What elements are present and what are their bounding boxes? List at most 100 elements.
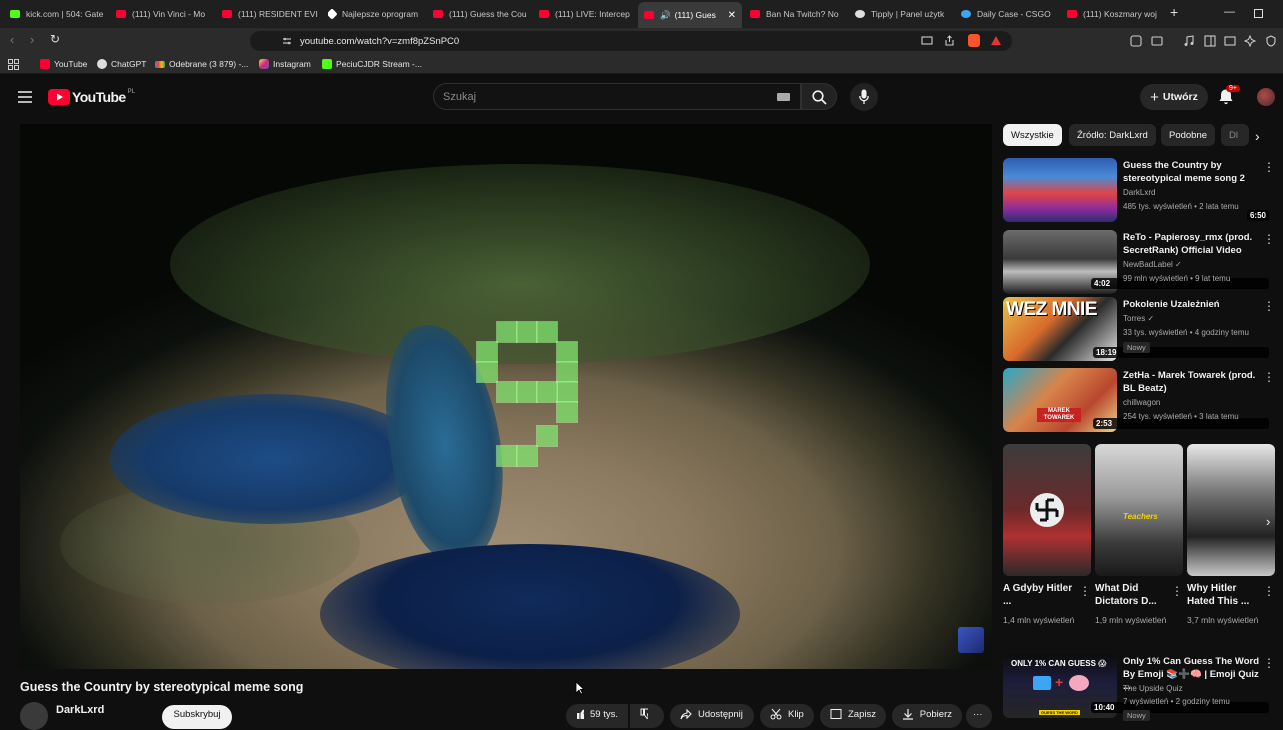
shorts-thumbnail[interactable]: Teachers <box>1095 444 1183 576</box>
search-input[interactable]: Szukaj <box>443 91 476 103</box>
more-actions-button[interactable]: ··· <box>966 704 992 728</box>
browser-tab[interactable]: (111) RESIDENT EVI <box>222 4 318 24</box>
like-button[interactable]: 59 tys. <box>566 704 628 728</box>
media-icon[interactable] <box>1183 35 1195 47</box>
dislike-button[interactable] <box>630 704 664 728</box>
save-button[interactable]: Zapisz <box>820 704 886 728</box>
recommendation-item[interactable]: ONLY 1% CAN GUESS 😱 + GUESS THE WORD 10:… <box>1003 654 1275 721</box>
bookmark-instagram[interactable]: Instagram <box>259 59 311 69</box>
more-vert-icon[interactable]: ⋮ <box>1263 584 1275 598</box>
hamburger-menu-icon[interactable] <box>18 91 32 103</box>
recommendation-item[interactable]: MAREK TOWAREK 2:53 ZetHa - Marek Towarek… <box>1003 368 1275 434</box>
create-button[interactable]: + Utwórz <box>1140 84 1208 110</box>
search-button[interactable] <box>801 83 837 110</box>
subscribe-button[interactable]: Subskrybuj <box>162 705 232 729</box>
more-vert-icon[interactable]: ⋮ <box>1263 299 1275 313</box>
chip-from-channel[interactable]: Źródło: DarkLxrd <box>1069 124 1156 146</box>
minimize-icon[interactable]: — <box>1224 6 1235 18</box>
browser-tab-strip: kick.com | 504: Gate (111) Vin Vinci - M… <box>0 0 1283 28</box>
clip-button[interactable]: Klip <box>760 704 814 728</box>
recommendation-title[interactable]: Guess the Country by stereotypical meme … <box>1123 160 1263 185</box>
sidebar-icon[interactable] <box>1204 35 1216 47</box>
apps-grid-icon[interactable] <box>8 59 19 70</box>
bookmark-kick[interactable]: PeciuCJDR Stream -... <box>322 59 422 69</box>
forward-icon[interactable]: › <box>30 32 34 47</box>
recommendation-thumbnail[interactable] <box>1003 158 1117 222</box>
shorts-next-chevron-icon[interactable]: › <box>1266 514 1270 529</box>
leo-ai-icon[interactable] <box>1244 35 1256 47</box>
browser-tab[interactable]: (111) Vin Vinci - Mo <box>116 4 212 24</box>
recommendation-channel[interactable]: DarkLxrd <box>1123 188 1155 197</box>
voice-search-button[interactable] <box>850 83 878 111</box>
thumbs-up-icon <box>577 709 584 719</box>
recommendation-channel[interactable]: The Upside Quiz <box>1123 684 1183 693</box>
recommendation-title[interactable]: ReTo - Papierosy_rmx (prod. SecretRank) … <box>1123 232 1263 257</box>
screenshot-icon[interactable] <box>1224 35 1236 47</box>
shorts-thumbnail[interactable] <box>1003 444 1091 576</box>
maximize-icon[interactable] <box>1254 9 1263 18</box>
recommendation-meta: 254 tys. wyświetleń • 3 lata temu <box>1123 412 1239 421</box>
new-tab-button[interactable]: + <box>1170 4 1178 20</box>
more-vert-icon[interactable]: ⋮ <box>1079 584 1091 598</box>
more-vert-icon[interactable]: ⋮ <box>1263 656 1275 670</box>
browser-tab[interactable]: (111) Koszmary woj <box>1067 4 1163 24</box>
browser-tab[interactable]: (111) Guess the Cou <box>433 4 529 24</box>
browser-tab[interactable]: Daily Case - CSGO <box>961 4 1057 24</box>
recommendation-channel[interactable]: NewBadLabel ✓ <box>1123 260 1182 269</box>
shorts-title[interactable]: What Did Dictators D... <box>1095 582 1169 608</box>
bookmark-chatgpt[interactable]: ChatGPT <box>97 59 146 69</box>
more-vert-icon[interactable]: ⋮ <box>1171 584 1183 598</box>
browser-tab[interactable]: (111) LIVE: Intercep <box>539 4 631 24</box>
brave-shield-icon[interactable] <box>968 34 980 47</box>
shorts-title[interactable]: Why Hitler Hated This ... <box>1187 582 1261 608</box>
vpn-icon[interactable] <box>1265 35 1277 47</box>
recommendation-item[interactable]: 6:50 Guess the Country by stereotypical … <box>1003 158 1275 224</box>
channel-name[interactable]: DarkLxrd <box>56 704 104 716</box>
chip-related[interactable]: Podobne <box>1161 124 1216 146</box>
more-vert-icon[interactable]: ⋮ <box>1263 370 1275 384</box>
close-tab-icon[interactable]: ✕ <box>728 10 736 21</box>
save-label: Zapisz <box>848 708 876 720</box>
search-box[interactable] <box>433 83 801 110</box>
share-button[interactable]: Udostępnij <box>670 704 754 728</box>
shorts-thumbnail[interactable] <box>1187 444 1275 576</box>
chips-next-chevron-icon[interactable]: › <box>1255 128 1260 144</box>
download-button[interactable]: Pobierz <box>892 704 962 728</box>
chip-overflow[interactable]: Dl <box>1221 124 1249 146</box>
wallet-icon[interactable] <box>1151 35 1163 47</box>
channel-watermark-logo[interactable] <box>958 627 984 653</box>
bookmark-youtube[interactable]: YouTube <box>40 59 87 69</box>
like-count: 59 tys. <box>590 708 618 720</box>
more-vert-icon[interactable]: ⋮ <box>1263 232 1275 246</box>
recommendation-channel[interactable]: chillwagon <box>1123 398 1160 407</box>
extension-icon[interactable] <box>1130 35 1142 47</box>
chip-all[interactable]: Wszystkie <box>1003 124 1062 146</box>
video-player[interactable] <box>20 124 992 669</box>
recommendation-item[interactable]: WEZ MNIE 18:19 Pokolenie Uzależnień Torr… <box>1003 297 1275 363</box>
recommendation-item[interactable]: 4:02 ReTo - Papierosy_rmx (prod. SecretR… <box>1003 230 1275 296</box>
youtube-favicon-icon <box>40 59 50 69</box>
notifications-button[interactable]: 9+ <box>1218 85 1240 110</box>
browser-tab[interactable]: Tipply | Panel użytk <box>855 4 951 24</box>
shorts-title[interactable]: A Gdyby Hitler ... <box>1003 582 1077 608</box>
browser-tab-active[interactable]: 🔊 (111) Gues ✕ <box>638 2 742 28</box>
youtube-logo[interactable]: YouTube PL <box>48 89 135 105</box>
reload-icon[interactable]: ↻ <box>50 32 60 46</box>
browser-tab[interactable]: Ban Na Twitch? No <box>750 4 846 24</box>
recommendation-channel[interactable]: Torres ✓ <box>1123 314 1154 323</box>
more-vert-icon[interactable]: ⋮ <box>1263 160 1275 174</box>
recommendation-title[interactable]: ZetHa - Marek Towarek (prod. BL Beatz) <box>1123 370 1263 395</box>
brave-rewards-icon[interactable] <box>991 36 1001 45</box>
back-icon[interactable]: ‹ <box>10 32 14 47</box>
browser-tab[interactable]: kick.com | 504: Gate <box>10 4 106 24</box>
share-page-icon[interactable] <box>944 35 955 46</box>
site-info-icon[interactable] <box>282 36 292 46</box>
browser-tab[interactable]: Najlepsze oprogram <box>328 4 424 24</box>
keyboard-icon[interactable] <box>777 93 790 101</box>
cast-icon[interactable] <box>921 36 933 46</box>
recommendation-title[interactable]: Pokolenie Uzależnień <box>1123 299 1263 312</box>
account-avatar[interactable] <box>1257 88 1275 106</box>
channel-avatar[interactable] <box>20 702 48 730</box>
bookmark-gmail[interactable]: Odebrane (3 879) -... <box>155 59 248 69</box>
recommendation-meta: 485 tys. wyświetleń • 2 lata temu <box>1123 202 1239 211</box>
